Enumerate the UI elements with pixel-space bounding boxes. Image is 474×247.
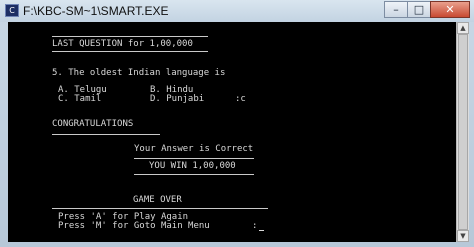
option-c: C. Tamil (58, 94, 102, 104)
close-button[interactable]: ✕ (430, 1, 470, 18)
answer-prompt: :c (235, 94, 246, 104)
text-cursor (259, 230, 264, 231)
maximize-button[interactable]: □ (407, 1, 431, 18)
header-bottom-rule (52, 51, 208, 52)
window-controls: – □ ✕ (384, 1, 470, 19)
game-over-rule (52, 208, 268, 209)
window-title: F:\KBC-SM~1\SMART.EXE (23, 4, 169, 18)
title-bar[interactable]: C F:\KBC-SM~1\SMART.EXE – □ ✕ (0, 0, 474, 22)
scroll-up-arrow-icon[interactable]: ▲ (457, 22, 469, 34)
input-prompt: : (252, 221, 258, 231)
win-bottom-rule (134, 174, 254, 175)
scroll-thumb[interactable] (458, 34, 468, 230)
option-d: D. Punjabi (150, 94, 205, 104)
vertical-scrollbar[interactable]: ▲ ▼ (456, 22, 469, 242)
win-top-rule (134, 158, 254, 159)
console-window: C F:\KBC-SM~1\SMART.EXE – □ ✕ LAST QUEST… (0, 0, 474, 247)
congrats-rule (52, 134, 160, 135)
question-text: 5. The oldest Indian language is (52, 68, 226, 78)
game-over-text: GAME OVER (133, 195, 182, 205)
win-amount-text: YOU WIN 1,00,000 (149, 161, 236, 171)
last-question-header: LAST QUESTION for 1,00,000 (52, 39, 193, 49)
console-output[interactable]: LAST QUESTION for 1,00,000 5. The oldest… (8, 22, 456, 242)
answer-correct-text: Your Answer is Correct (134, 144, 254, 154)
main-menu-instruction: Press 'M' for Goto Main Menu (58, 221, 210, 231)
congratulations-text: CONGRATULATIONS (52, 119, 134, 129)
minimize-button[interactable]: – (384, 1, 408, 18)
scroll-down-arrow-icon[interactable]: ▼ (457, 230, 469, 242)
header-top-rule (52, 36, 208, 37)
app-icon[interactable]: C (5, 4, 19, 17)
